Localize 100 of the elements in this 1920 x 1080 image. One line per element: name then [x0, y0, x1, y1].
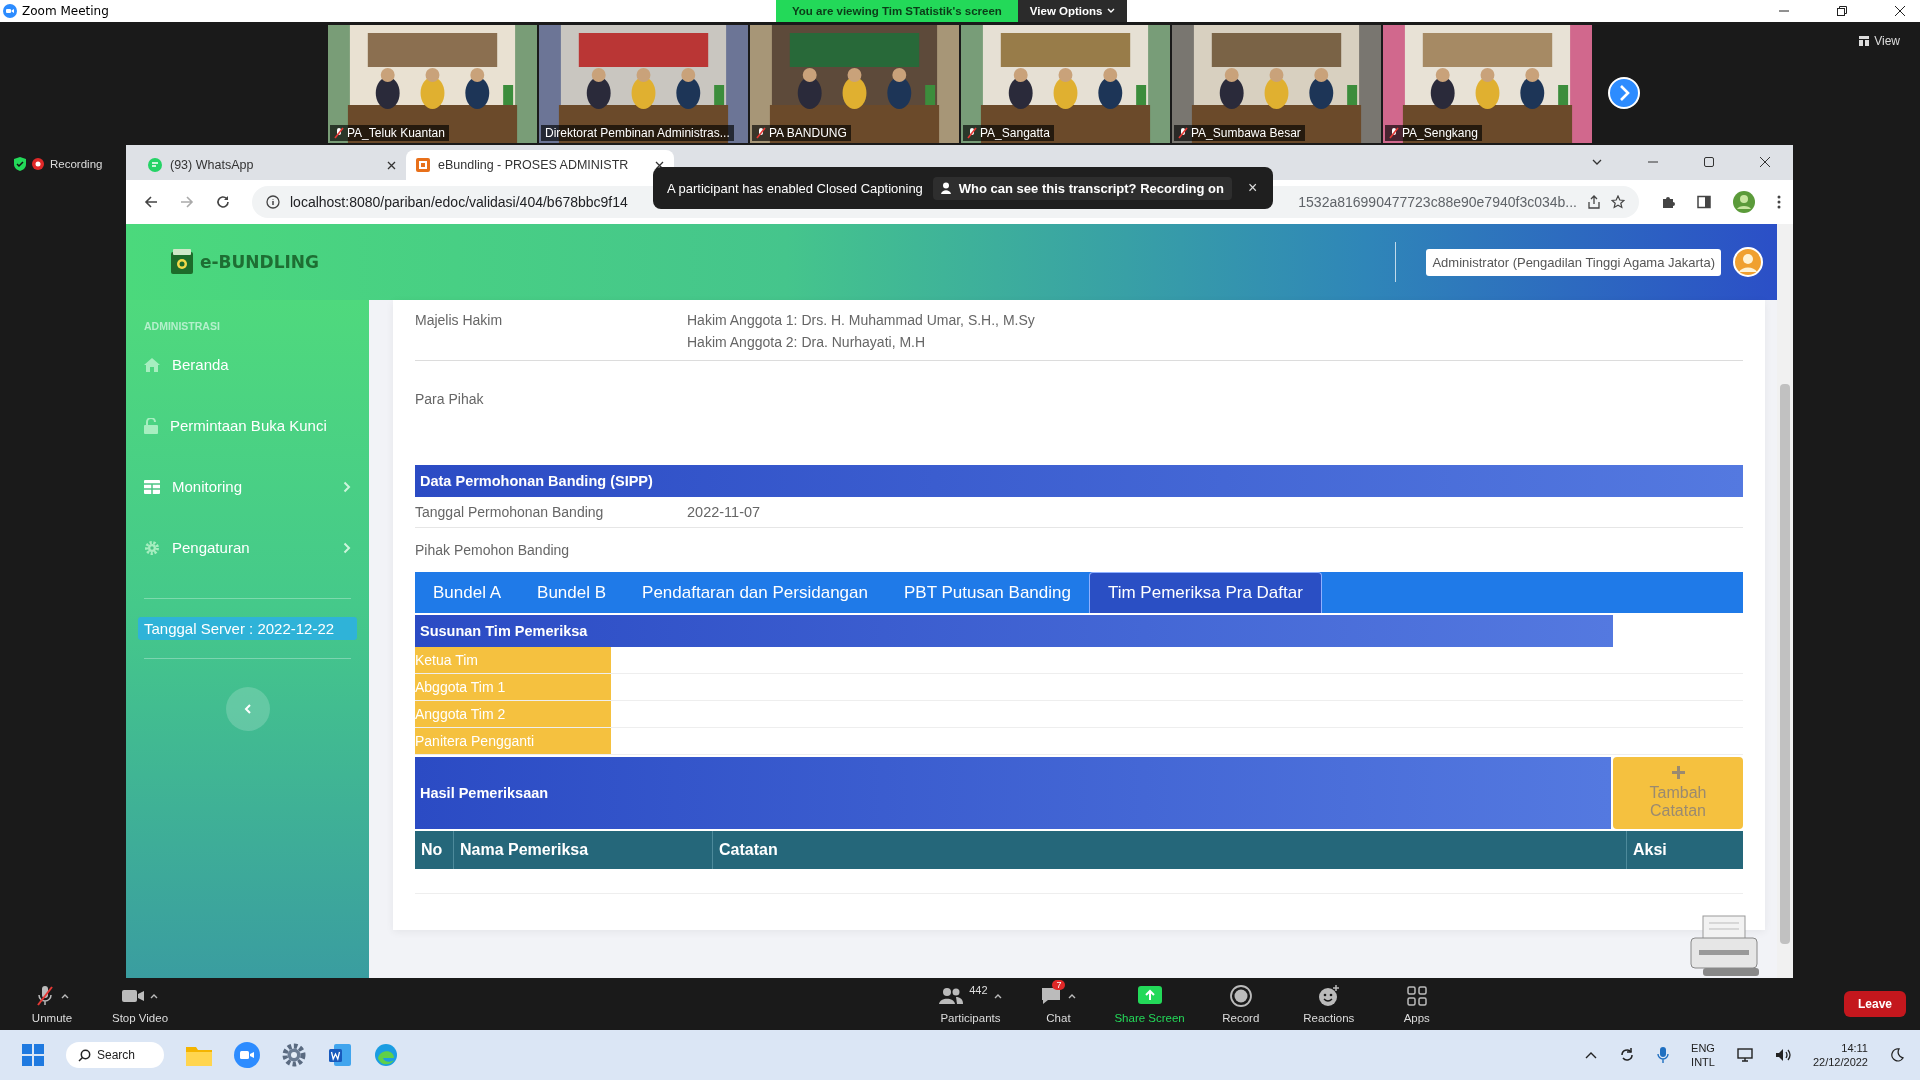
- field-label: Tanggal Permohonan Banding: [415, 504, 605, 520]
- caret-icon: [1107, 8, 1116, 14]
- close-icon[interactable]: [1759, 156, 1771, 168]
- toolbar-button[interactable]: Apps: [1384, 984, 1449, 1024]
- caption-notice: A participant has enabled Closed Captioning: [667, 180, 923, 196]
- person-icon: [940, 182, 953, 194]
- close-button[interactable]: ×: [1241, 179, 1264, 197]
- close-icon[interactable]: [1894, 5, 1906, 17]
- sync-icon[interactable]: [1619, 1047, 1636, 1063]
- clock-time[interactable]: 14:11: [1841, 1041, 1868, 1055]
- maximize-icon[interactable]: [1703, 156, 1715, 168]
- tab[interactable]: Tim Pemeriksa Pra Daftar: [1088, 572, 1322, 613]
- toolbar-button[interactable]: Record: [1208, 984, 1273, 1024]
- caret-icon[interactable]: [61, 993, 69, 999]
- tab[interactable]: PBT Putusan Banding: [885, 572, 1089, 613]
- participant-name: PA BANDUNG: [769, 126, 847, 140]
- profile-icon[interactable]: [1733, 191, 1755, 213]
- search-field[interactable]: Search: [66, 1042, 164, 1068]
- search-icon: [78, 1048, 91, 1062]
- microphone-icon[interactable]: [1657, 1047, 1670, 1063]
- user-field[interactable]: Administrator (Pengadilan Tinggi Agama Jakarta): [1426, 248, 1721, 276]
- settings-icon[interactable]: [282, 1043, 306, 1067]
- plus-icon: [1671, 765, 1685, 779]
- server-date: Tanggal Server : 2022-12-22: [138, 617, 357, 640]
- printer-icon[interactable]: [1689, 914, 1759, 978]
- screen-share-notice: You are viewing Tim STatistik's screen: [776, 0, 1018, 22]
- caret-icon[interactable]: [150, 993, 158, 999]
- toolbar-button[interactable]: 442 Participants: [938, 984, 1003, 1024]
- browser-tab[interactable]: (93) WhatsApp: [138, 150, 406, 180]
- role-label: Anggota Tim 2: [415, 701, 611, 727]
- restore-icon[interactable]: [1836, 5, 1848, 17]
- clock-date[interactable]: 22/12/2022: [1812, 1055, 1868, 1069]
- close-tab-icon[interactable]: [655, 160, 664, 170]
- toolbar-button[interactable]: Reactions: [1296, 984, 1361, 1024]
- browser-tab[interactable]: eBundling - PROSES ADMINISTR: [406, 150, 674, 180]
- participant-name: Direktorat Pembinan Administras...: [545, 126, 730, 140]
- transcript-info-button[interactable]: Who can see this transcript? Recording on: [932, 176, 1232, 200]
- document-app-icon[interactable]: [328, 1043, 352, 1067]
- toolbar-button[interactable]: Share Screen: [1114, 984, 1185, 1024]
- video-camera-icon: [122, 988, 144, 1004]
- puzzle-icon[interactable]: [1661, 195, 1675, 209]
- section-header: Susunan Tim Pemeriksa: [415, 615, 1613, 647]
- role-label: Ketua Tim: [415, 647, 611, 673]
- back-icon[interactable]: [144, 195, 158, 209]
- next-page-icon[interactable]: [1608, 77, 1640, 109]
- video-app-icon[interactable]: [234, 1042, 260, 1068]
- tab[interactable]: Pendaftaran dan Persidangan: [624, 572, 886, 613]
- column-header: Catatan: [713, 831, 1627, 869]
- tab[interactable]: Bundel A: [415, 572, 520, 613]
- field-value: Hakim Anggota 1: Drs. H. Muhammad Umar, S.H., M.Sy: [687, 312, 1035, 328]
- scrollbar-thumb[interactable]: [1780, 384, 1790, 944]
- monitor-icon[interactable]: [1736, 1048, 1753, 1062]
- speaker-icon[interactable]: [1774, 1048, 1791, 1062]
- leave-button[interactable]: Leave: [1844, 991, 1906, 1017]
- tab-favicon-icon: [416, 158, 430, 172]
- smiley-icon: [1317, 985, 1340, 1007]
- participant-name: PA_Teluk Kuantan: [347, 126, 445, 140]
- shield-icon: [14, 157, 26, 171]
- role-label: Panitera Pengganti: [415, 728, 611, 754]
- column-header: No: [415, 831, 454, 869]
- start-icon[interactable]: [22, 1044, 44, 1066]
- caret-icon[interactable]: [1068, 993, 1077, 999]
- close-tab-icon[interactable]: [387, 160, 396, 170]
- view-options-button[interactable]: View Options: [1017, 0, 1128, 22]
- info-icon: [266, 195, 280, 209]
- lock-icon: [144, 417, 158, 434]
- muted-mic-icon: [35, 985, 55, 1007]
- tab[interactable]: Bundel B: [519, 572, 625, 613]
- people-icon: [939, 987, 964, 1005]
- chevron-up-icon[interactable]: [1585, 1051, 1598, 1059]
- side-panel-icon[interactable]: [1697, 195, 1711, 209]
- caret-icon[interactable]: [993, 993, 1002, 999]
- language-indicator[interactable]: ENG: [1691, 1041, 1715, 1055]
- unread-badge: 7: [1052, 980, 1066, 990]
- field-label: Pihak Pemohon Banding: [415, 542, 571, 558]
- section-heading: ADMINISTRASI: [144, 320, 221, 332]
- zoom-logo-icon: [3, 4, 17, 18]
- section-header: Data Permohonan Banding (SIPP): [415, 465, 1743, 497]
- keyboard-layout[interactable]: INTL: [1691, 1055, 1715, 1069]
- field-value: Hakim Anggota 2: Dra. Nurhayati, M.H: [687, 334, 927, 350]
- view-button[interactable]: View: [1859, 34, 1900, 48]
- share-icon[interactable]: [1587, 195, 1601, 209]
- avatar-icon[interactable]: [1733, 247, 1763, 277]
- apps-icon: [1406, 986, 1427, 1006]
- toolbar-button[interactable]: Stop Video: [108, 984, 172, 1024]
- record-icon: [32, 158, 44, 170]
- table-icon: [144, 479, 160, 494]
- role-label: Abggota Tim 1: [415, 674, 611, 700]
- reload-icon[interactable]: [216, 195, 230, 209]
- chat-icon: [1040, 986, 1063, 1006]
- column-header: Aksi: [1632, 840, 1668, 860]
- moon-icon[interactable]: [1890, 1048, 1904, 1062]
- home-icon: [144, 357, 160, 372]
- toolbar-button[interactable]: Unmute: [20, 984, 84, 1024]
- more-icon[interactable]: [1777, 195, 1781, 209]
- gear-icon: [144, 539, 160, 556]
- window-title: Zoom Meeting: [22, 4, 109, 18]
- field-value: 2022-11-07: [687, 504, 761, 520]
- section-header: Hasil Pemeriksaan: [415, 757, 1611, 829]
- star-icon[interactable]: [1611, 195, 1625, 209]
